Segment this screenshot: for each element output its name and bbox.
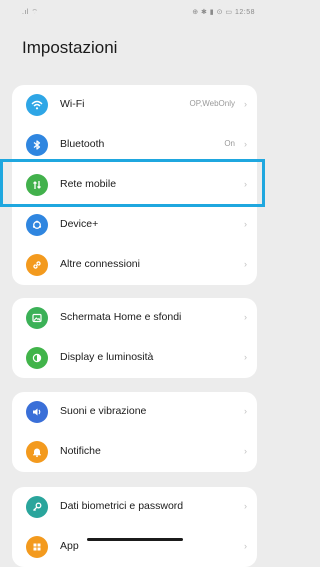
biometrics-row[interactable]: Dati biometrici e password ›	[12, 487, 257, 527]
chevron-right-icon: ›	[244, 139, 247, 149]
display-label: Display e luminosità	[60, 351, 154, 363]
chevron-right-icon: ›	[244, 352, 247, 362]
status-icons-time: ⊕ ✱ ▮ ⊙ ▭ 12:58	[192, 9, 255, 16]
wifi-row[interactable]: Wi-Fi OP,WebOnly ›	[12, 85, 257, 125]
chevron-right-icon: ›	[244, 219, 247, 229]
apps-icon	[26, 536, 48, 558]
sound-card: Suoni e vibrazione › Notifiche ›	[12, 392, 257, 472]
security-card: Dati biometrici e password › App ›	[12, 487, 257, 567]
device-plus-row[interactable]: Device+ ›	[12, 205, 257, 245]
bell-icon	[26, 441, 48, 463]
biometrics-label: Dati biometrici e password	[60, 500, 184, 512]
page-title: Impostazioni	[22, 38, 118, 57]
bluetooth-label: Bluetooth	[60, 138, 105, 150]
link-icon	[26, 254, 48, 276]
navigation-handle[interactable]	[87, 538, 183, 541]
chevron-right-icon: ›	[244, 446, 247, 456]
chevron-right-icon: ›	[244, 99, 247, 109]
speaker-icon	[26, 401, 48, 423]
key-icon	[26, 496, 48, 518]
image-icon	[26, 307, 48, 329]
mobile-network-row[interactable]: Rete mobile ›	[12, 165, 257, 205]
chevron-right-icon: ›	[244, 312, 247, 322]
chevron-right-icon: ›	[244, 179, 247, 189]
chevron-right-icon: ›	[244, 501, 247, 511]
chevron-right-icon: ›	[244, 406, 247, 416]
bluetooth-row[interactable]: Bluetooth On ›	[12, 125, 257, 165]
other-connections-label: Altre connessioni	[60, 258, 140, 270]
device-plus-label: Device+	[60, 218, 99, 230]
bluetooth-icon	[26, 134, 48, 156]
home-screen-label: Schermata Home e sfondi	[60, 311, 182, 323]
sound-row[interactable]: Suoni e vibrazione ›	[12, 392, 257, 432]
apps-row[interactable]: App ›	[12, 527, 257, 567]
home-screen-row[interactable]: Schermata Home e sfondi ›	[12, 298, 257, 338]
connections-card: Wi-Fi OP,WebOnly › Bluetooth On › Rete m…	[12, 85, 257, 285]
brightness-icon	[26, 347, 48, 369]
wifi-value: OP,WebOnly	[189, 99, 235, 108]
other-connections-row[interactable]: Altre connessioni ›	[12, 245, 257, 285]
device-plus-icon	[26, 214, 48, 236]
bluetooth-value: On	[224, 139, 235, 148]
apps-label: App	[60, 540, 79, 552]
notifications-row[interactable]: Notifiche ›	[12, 432, 257, 472]
wifi-icon	[26, 94, 48, 116]
mobile-network-icon	[26, 174, 48, 196]
chevron-right-icon: ›	[244, 259, 247, 269]
signal-status: .ıl ⌔	[22, 9, 39, 16]
chevron-right-icon: ›	[244, 541, 247, 551]
wifi-label: Wi-Fi	[60, 98, 85, 110]
display-card: Schermata Home e sfondi › Display e lumi…	[12, 298, 257, 378]
display-row[interactable]: Display e luminosità ›	[12, 338, 257, 378]
mobile-network-label: Rete mobile	[60, 178, 117, 190]
status-bar: .ıl ⌔ ⊕ ✱ ▮ ⊙ ▭ 12:58	[0, 0, 269, 24]
sound-label: Suoni e vibrazione	[60, 405, 147, 417]
notifications-label: Notifiche	[60, 445, 101, 457]
